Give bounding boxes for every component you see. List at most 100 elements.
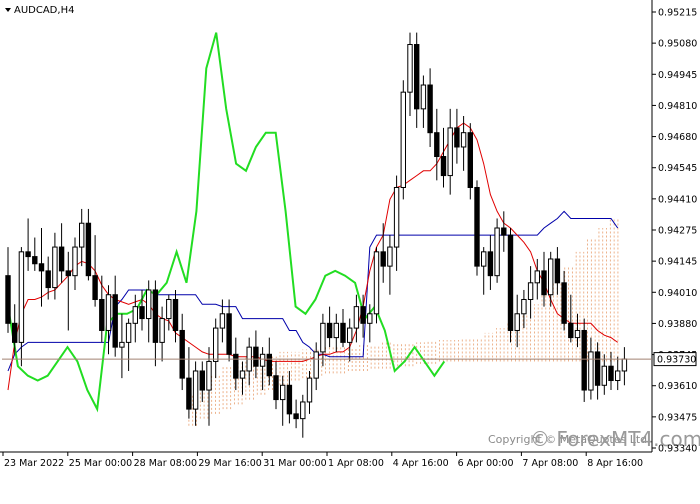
- candle-body: [213, 327, 219, 362]
- price-tick-label: 0.93475: [658, 412, 697, 423]
- candle: [581, 318, 587, 402]
- candle-body: [548, 258, 554, 296]
- candle-body: [192, 370, 199, 410]
- chart-background: [0, 0, 700, 500]
- candle-body: [561, 282, 567, 324]
- candle-body: [239, 370, 246, 379]
- price-tick-label: 0.94545: [658, 163, 697, 174]
- candle-body: [420, 84, 427, 110]
- chart-header: AUDCAD,H4: [5, 5, 74, 16]
- candle-body: [387, 246, 393, 267]
- candle-body: [588, 351, 594, 391]
- time-tick-label: 28 Mar 08:00: [134, 458, 197, 469]
- candle-body: [45, 270, 51, 289]
- price-tick-label: 0.95215: [658, 8, 697, 19]
- candle-body: [293, 413, 299, 420]
- candle-body: [25, 251, 31, 258]
- candle-body: [219, 313, 226, 329]
- candle-body: [119, 341, 125, 348]
- chart-window[interactable]: Copyright © MetaQuotes Ltd. © ForexMT4.c…: [0, 0, 700, 500]
- time-tick-label: 7 Apr 08:00: [522, 458, 578, 469]
- price-tick-label: 0.94945: [658, 70, 697, 81]
- candle-body: [38, 263, 45, 272]
- candle-body: [507, 234, 514, 331]
- candle-body: [407, 44, 413, 93]
- candle-body: [313, 351, 319, 379]
- price-chart[interactable]: Copyright © MetaQuotes Ltd. © ForexMT4.c…: [0, 0, 700, 500]
- candle: [373, 247, 380, 324]
- candle-body: [233, 353, 239, 379]
- candle-body: [494, 227, 500, 277]
- candle: [474, 180, 480, 276]
- price-tick-label: 0.94145: [658, 257, 697, 268]
- candle-body: [568, 322, 574, 339]
- candle-body: [380, 251, 386, 267]
- candle-body: [132, 306, 139, 324]
- candle-body: [139, 306, 145, 320]
- price-tick-label: 0.93880: [658, 319, 697, 330]
- symbol-label: AUDCAD,H4: [14, 5, 74, 16]
- candle-body: [541, 270, 547, 296]
- price-tag-value: 0.93730: [657, 355, 696, 366]
- candle-body: [286, 384, 293, 415]
- candle-body: [594, 351, 601, 386]
- price-tick-label: 0.94810: [658, 101, 697, 112]
- candle-body: [474, 186, 480, 267]
- price-tick-label: 0.94010: [658, 288, 697, 299]
- candle-body: [326, 322, 333, 339]
- candle-body: [266, 353, 273, 377]
- candle-body: [159, 318, 165, 343]
- candle-body: [574, 329, 581, 339]
- time-tick-label: 8 Apr 16:00: [587, 458, 643, 469]
- candle-body: [581, 329, 587, 391]
- candle-body: [514, 313, 520, 331]
- candle-body: [18, 251, 25, 343]
- candle-body: [166, 298, 172, 320]
- candle-body: [99, 298, 105, 331]
- candle-body: [360, 306, 366, 324]
- candle-body: [608, 365, 614, 382]
- time-tick-label: 31 Mar 00:00: [263, 458, 326, 469]
- price-tick-label: 0.94275: [658, 226, 697, 237]
- candle-body: [172, 298, 179, 331]
- candle-body: [146, 289, 152, 320]
- candle-body: [521, 298, 527, 315]
- price-tick-label: 0.93340: [658, 444, 697, 455]
- candle-body: [125, 322, 132, 343]
- candle-body: [186, 377, 192, 410]
- candle-body: [534, 270, 540, 284]
- candle-body: [152, 289, 159, 343]
- candle-body: [615, 370, 621, 382]
- candle-body: [333, 322, 340, 339]
- candle-body: [105, 294, 112, 331]
- candle: [467, 123, 474, 200]
- candle-body: [427, 84, 433, 134]
- time-tick-label: 6 Apr 00:00: [458, 458, 514, 469]
- candle-body: [58, 246, 65, 272]
- candle-body: [65, 270, 71, 277]
- price-tick-label: 0.94410: [658, 194, 697, 205]
- current-price-tag: 0.93730: [653, 352, 697, 367]
- candle-body: [487, 251, 494, 277]
- candle-body: [5, 275, 11, 324]
- candle-body: [481, 251, 487, 267]
- candle-body: [206, 360, 212, 391]
- candle-body: [320, 322, 326, 353]
- candle-body: [273, 375, 279, 401]
- candle-body: [467, 132, 474, 188]
- candle-body: [112, 294, 118, 348]
- candle-body: [501, 227, 507, 236]
- candle-body: [601, 365, 607, 386]
- candle-body: [199, 370, 206, 391]
- price-tick-label: 0.93610: [658, 381, 697, 392]
- candle-body: [414, 44, 420, 110]
- candle-body: [347, 327, 353, 343]
- candle-body: [447, 127, 453, 177]
- candle-body: [92, 275, 98, 300]
- candle-body: [373, 251, 380, 315]
- candle-body: [253, 346, 259, 367]
- candle-body: [226, 313, 232, 355]
- candle-body: [353, 306, 360, 329]
- candle-body: [554, 258, 561, 284]
- candle: [507, 228, 514, 343]
